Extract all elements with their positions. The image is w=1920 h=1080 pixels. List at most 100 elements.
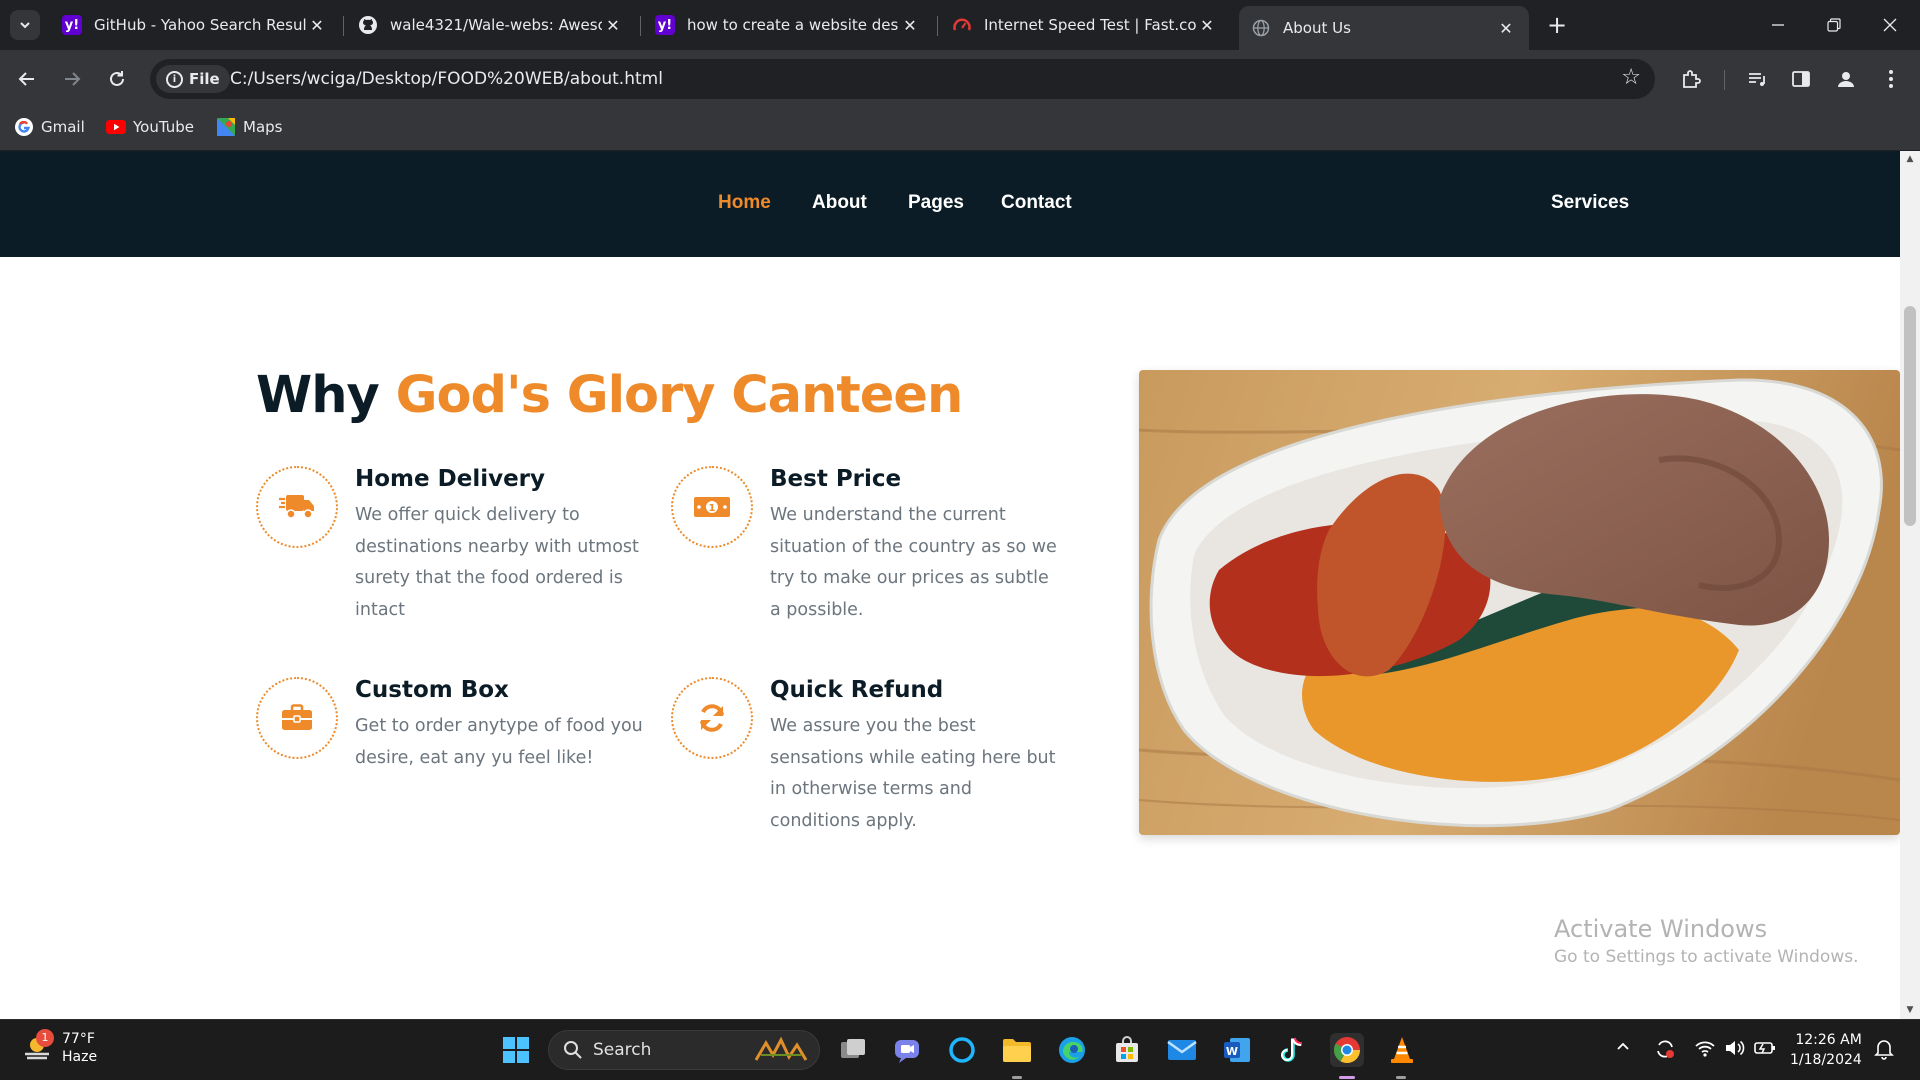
reload-button[interactable]: [100, 62, 134, 96]
browser-tab[interactable]: Internet Speed Test | Fast.com ✕: [940, 8, 1230, 42]
close-tab-icon[interactable]: ✕: [602, 16, 624, 35]
weather-temperature: 77°F: [62, 1031, 95, 1047]
notification-badge: 1: [36, 1029, 54, 1047]
scroll-up-arrow-icon[interactable]: ▲: [1900, 151, 1920, 168]
close-tab-icon[interactable]: ✕: [306, 16, 328, 35]
bookmark-label: YouTube: [133, 118, 194, 136]
page-scrollbar[interactable]: ▲ ▼: [1900, 151, 1920, 1019]
store-button[interactable]: [1110, 1033, 1144, 1067]
close-tab-icon[interactable]: ✕: [1196, 16, 1218, 35]
browser-tab[interactable]: y! how to create a website design ✕: [643, 8, 933, 42]
activate-windows-watermark: Activate Windows Go to Settings to activ…: [1554, 915, 1859, 967]
side-panel-button[interactable]: [1784, 62, 1818, 96]
tiktok-icon: [1281, 1037, 1303, 1062]
chrome-button[interactable]: [1330, 1033, 1364, 1067]
system-clock[interactable]: 12:26 AM 1/18/2024: [1790, 1030, 1862, 1070]
toolbar-divider: [1724, 70, 1725, 90]
mail-icon: [1167, 1040, 1197, 1060]
section-heading: Why God's Glory Canteen: [256, 366, 963, 425]
avatar-icon: [1838, 72, 1854, 87]
vlc-button[interactable]: [1385, 1033, 1419, 1067]
cortana-icon: [949, 1037, 975, 1063]
edge-button[interactable]: [1055, 1033, 1089, 1067]
search-label: Search: [593, 1040, 652, 1060]
running-indicator: [1012, 1076, 1022, 1079]
url-text[interactable]: C:/Users/wciga/Desktop/FOOD%20WEB/about.…: [230, 69, 663, 89]
forward-button[interactable]: [55, 62, 89, 96]
chevron-up-icon: [1617, 1042, 1629, 1050]
playlist-icon: [1749, 73, 1765, 86]
tab-title: GitHub - Yahoo Search Results: [94, 16, 306, 34]
start-button[interactable]: [499, 1033, 533, 1067]
tab-divider: [640, 16, 641, 36]
file-explorer-button[interactable]: [1000, 1033, 1034, 1067]
tab-title: how to create a website design: [687, 16, 899, 34]
teams-chat-button[interactable]: [890, 1033, 924, 1067]
browser-toolbar: i File C:/Users/wciga/Desktop/FOOD%20WEB…: [0, 50, 1920, 108]
mail-button[interactable]: [1165, 1033, 1199, 1067]
new-tab-button[interactable]: +: [1542, 10, 1572, 40]
bookmark-youtube[interactable]: YouTube: [106, 117, 194, 137]
feature-title: Quick Refund: [770, 677, 944, 703]
word-button[interactable]: W: [1220, 1033, 1254, 1067]
watermark-title: Activate Windows: [1554, 915, 1768, 943]
heading-plain: Why: [256, 366, 380, 425]
weather-widget[interactable]: 1 77°F Haze: [22, 1029, 97, 1066]
nav-home[interactable]: Home: [718, 192, 771, 214]
browser-tab[interactable]: y! GitHub - Yahoo Search Results ✕: [50, 8, 340, 42]
notification-center-button[interactable]: [1874, 1038, 1894, 1065]
youtube-icon: [106, 117, 126, 137]
restore-button[interactable]: [1806, 0, 1862, 50]
browser-tab-strip: y! GitHub - Yahoo Search Results ✕ wale4…: [0, 0, 1920, 50]
cortana-button[interactable]: [945, 1033, 979, 1067]
nav-about[interactable]: About: [812, 192, 867, 214]
browser-tab[interactable]: wale4321/Wale-webs: Awesome ✕: [346, 8, 636, 42]
nav-contact[interactable]: Contact: [1001, 192, 1072, 214]
feature-custom-box: Custom Box Get to order anytype of food …: [256, 677, 676, 797]
chrome-icon: [1333, 1037, 1361, 1064]
volume-icon[interactable]: [1724, 1038, 1746, 1063]
close-tab-icon[interactable]: ✕: [1495, 19, 1517, 38]
bookmark-star-icon[interactable]: ☆: [1621, 65, 1641, 90]
notification-bell-icon: [1874, 1040, 1894, 1060]
back-button[interactable]: [10, 62, 44, 96]
github-icon: [358, 15, 378, 35]
tiktok-button[interactable]: [1275, 1033, 1309, 1067]
tab-search-button[interactable]: [10, 10, 40, 40]
nav-pages[interactable]: Pages: [908, 192, 964, 214]
delivery-truck-icon: [256, 466, 338, 548]
tab-title: wale4321/Wale-webs: Awesome: [390, 16, 602, 34]
minimize-icon: [1772, 24, 1784, 26]
weather-haze-icon: 1: [22, 1029, 54, 1063]
bookmark-maps[interactable]: Maps: [216, 117, 282, 137]
sync-status-icon[interactable]: [1654, 1038, 1676, 1065]
extensions-button[interactable]: [1674, 62, 1708, 96]
taskbar-search[interactable]: Search: [548, 1030, 820, 1070]
profile-button[interactable]: [1829, 62, 1863, 96]
task-view-button[interactable]: [836, 1033, 870, 1067]
show-hidden-icons-button[interactable]: [1615, 1038, 1631, 1059]
battery-icon[interactable]: [1753, 1038, 1777, 1063]
refresh-icon: [671, 677, 753, 759]
scroll-down-arrow-icon[interactable]: ▼: [1900, 1002, 1920, 1019]
address-bar[interactable]: i File C:/Users/wciga/Desktop/FOOD%20WEB…: [150, 59, 1655, 99]
site-info-chip[interactable]: i File: [156, 65, 230, 93]
windows-taskbar: 1 77°F Haze Search W 12:26 AM 1/18/2024: [0, 1019, 1920, 1080]
restore-icon: [1827, 18, 1841, 32]
minimize-button[interactable]: [1750, 0, 1806, 50]
close-window-button[interactable]: [1862, 0, 1918, 50]
google-icon: [14, 117, 34, 137]
bookmark-gmail[interactable]: Gmail: [14, 117, 85, 137]
scroll-thumb[interactable]: [1904, 306, 1916, 526]
clock-time: 12:26 AM: [1795, 1032, 1862, 1048]
media-controls-button[interactable]: [1740, 62, 1774, 96]
wifi-icon[interactable]: [1694, 1038, 1716, 1063]
browser-tab-active[interactable]: About Us ✕: [1239, 6, 1529, 50]
fast-icon: [952, 15, 972, 35]
browser-menu-button[interactable]: [1874, 62, 1908, 96]
clock-date: 1/18/2024: [1790, 1052, 1862, 1068]
feature-best-price: 1 Best Price We understand the current s…: [671, 466, 1091, 626]
bookmark-label: Gmail: [41, 118, 85, 136]
close-tab-icon[interactable]: ✕: [899, 16, 921, 35]
nav-services[interactable]: Services: [1551, 192, 1629, 214]
